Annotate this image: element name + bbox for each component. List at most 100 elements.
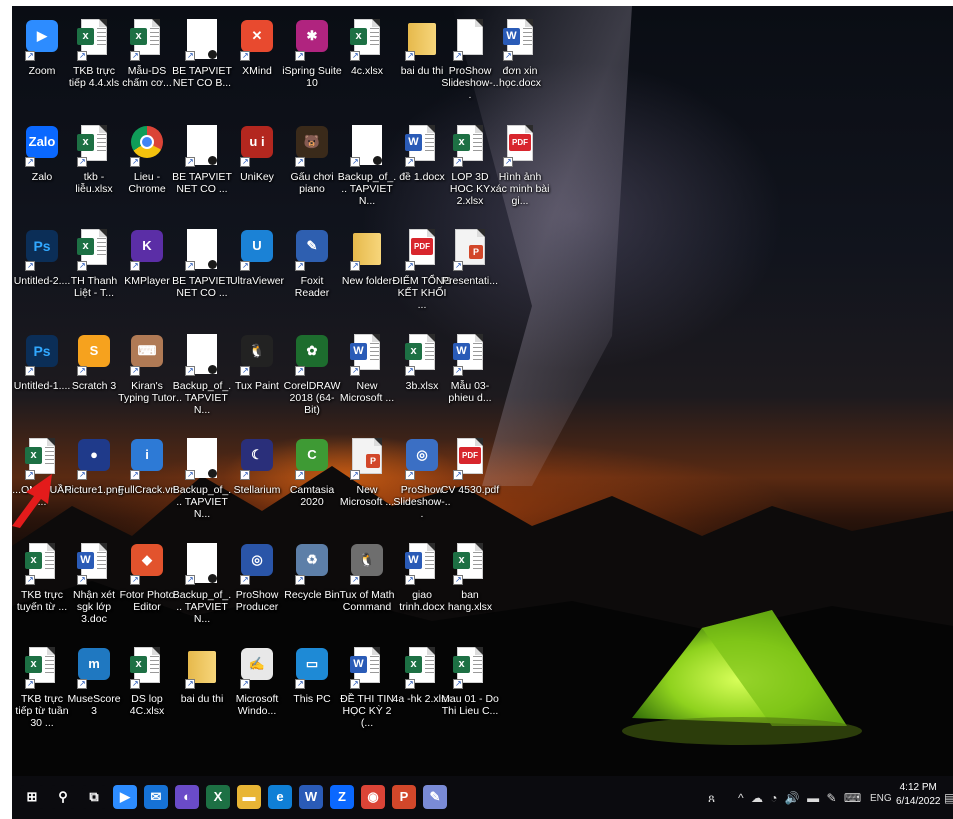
desktop-icon[interactable]: u i UniKey [227,117,287,221]
shortcut-arrow-icon [185,575,195,585]
desktop-icon[interactable]: ✿ CorelDRAW 2018 (64-Bit) [282,326,342,430]
desktop-icon[interactable]: C Camtasia 2020 [282,430,342,534]
task-view-button[interactable]: ⧉ [82,785,106,809]
chrome-taskbar[interactable]: ◉ [361,785,385,809]
desktop-icon[interactable]: S Scratch 3 [64,326,124,430]
shortcut-arrow-icon [503,157,513,167]
desktop-icon[interactable]: x tkb - liễu.xlsx [64,117,124,221]
language-indicator[interactable]: ENG [870,793,892,804]
desktop-icon[interactable]: x ban hang.xlsx [440,535,500,639]
excel-taskbar[interactable]: X [206,785,230,809]
desktop-icon[interactable]: ✍ Microsoft Windo... [227,639,287,743]
shortcut-file-icon [350,125,384,167]
desktop-icon-label: iSpring Suite 10 [282,65,342,89]
desktop-icon-label: XMind [242,65,272,77]
powerpoint-taskbar[interactable]: P [392,785,416,809]
desktop-icon[interactable]: x TKB trực tuyến từ ... [12,535,72,639]
edge-taskbar[interactable]: e [268,785,292,809]
desktop-icon[interactable]: x Mau 01 - Do Thi Lieu C... [440,639,500,743]
desktop-icon-label: MuseScore 3 [67,693,121,717]
desktop-icon[interactable]: x DS lop 4C.xlsx [117,639,177,743]
desktop-icon-label: Nhận xét sgk lớp 3.doc [72,589,116,625]
paint-taskbar[interactable]: ✎ [423,785,447,809]
desktop-icon[interactable]: Backup_of_... TAPVIET N... [172,430,232,534]
desktop-icon-label: Tux of Math Command [339,589,395,613]
shortcut-arrow-icon [240,470,250,480]
desktop-icon[interactable]: m MuseScore 3 [64,639,124,743]
desktop-icon[interactable]: Wđơn xin học.docx [490,11,550,115]
desktop-icon[interactable]: ✱ iSpring Suite 10 [282,11,342,115]
excel-file-icon: x [77,125,111,167]
desktop-icon[interactable]: x TKB trực tiếp từ tuần 30 ... [12,639,72,743]
desktop-icon[interactable]: ▶ Zoom [12,11,72,115]
people-icon[interactable]: ጸ [708,791,715,806]
desktop-icon[interactable]: 🐻 Gấu chơi piano [282,117,342,221]
desktop-icon[interactable]: K KMPlayer [117,221,177,325]
desktop-icon[interactable]: Backup_of_... TAPVIET N... [337,117,397,221]
desktop-icon-label: Untitled-1.... [13,380,71,392]
shortcut-arrow-icon [77,366,87,376]
shortcut-arrow-icon [453,366,463,376]
search-button[interactable]: ⚲ [51,785,75,809]
excel-file-icon: x [405,647,439,689]
start-button[interactable]: ⊞ [20,785,44,809]
desktop-icon[interactable]: x TH Thanh Liệt - T... [64,221,124,325]
desktop-icon[interactable]: ✎ Foxit Reader [282,221,342,325]
desktop-icon[interactable]: BE TAPVIET NET CO ... [172,117,232,221]
desktop-icon[interactable]: x 4c.xlsx [337,11,397,115]
shortcut-arrow-icon [25,575,35,585]
desktop-icon[interactable]: ♻ Recycle Bin [282,535,342,639]
shortcut-arrow-icon [453,470,463,480]
desktop-icon[interactable]: ● Picture1.png [64,430,124,534]
desktop-icon[interactable]: W ĐỀ THI TIN HỌC KỲ 2 (... [337,639,397,743]
notification-icon[interactable]: ▤ [944,791,953,805]
desktop-icon[interactable]: BE TAPVIET NET CO ... [172,221,232,325]
fotor-taskbar[interactable]: ◐ [175,785,199,809]
desktop-icon[interactable]: Backup_of_... TAPVIET N... [172,326,232,430]
desktop-icon[interactable]: 🐧 Tux of Math Command [337,535,397,639]
zalo-taskbar[interactable]: Z [330,785,354,809]
desktop-icon[interactable]: Ps Untitled-1.... [12,326,72,430]
shortcut-arrow-icon [350,679,360,689]
desktop-icon[interactable]: ◎ ProShow Producer [227,535,287,639]
desktop-icon[interactable]: x Mẫu-DS chấm cơ... [117,11,177,115]
desktop-icon-label: New Microsoft ... [339,380,395,404]
file-explorer-taskbar[interactable]: ▬ [237,785,261,809]
zoom-taskbar[interactable]: ▶ [113,785,137,809]
app-icon: 🐧 [240,334,274,376]
desktop-icon[interactable]: P Presentati... [440,221,500,325]
desktop-icon[interactable]: W Nhận xét sgk lớp 3.doc [64,535,124,639]
desktop-icon[interactable]: i FullCrack.vn [117,430,177,534]
desktop-icon[interactable]: W Mẫu 03-phieu d... [440,326,500,430]
desktop-icon[interactable]: U UltraViewer [227,221,287,325]
pdf-file-icon: PDF [453,438,487,480]
word-taskbar[interactable]: W [299,785,323,809]
desktop-icon[interactable]: Backup_of_... TAPVIET N... [172,535,232,639]
desktop-icon[interactable]: ▭ This PC [282,639,342,743]
desktop-icon[interactable]: ✕ XMind [227,11,287,115]
desktop-icon[interactable]: bai du thi [172,639,232,743]
desktop-icon[interactable]: BE TAPVIET NET CO B... [172,11,232,115]
powerpoint-file-icon: P [453,229,487,271]
desktop-icon[interactable]: ☾ Stellarium [227,430,287,534]
tray-icons[interactable]: ^ ☁ ◔ 🔊 ▬ ✎ ⌨ [738,791,863,805]
desktop-icon[interactable]: P New Microsoft ... [337,430,397,534]
desktop-icon[interactable]: 🐧 Tux Paint [227,326,287,430]
desktop-icon[interactable]: PDF CV 4530.pdf [440,430,500,534]
shortcut-arrow-icon [405,51,415,61]
excel-file-icon: x [77,229,111,271]
desktop-icon[interactable]: New folder [337,221,397,325]
shortcut-arrow-icon [130,51,140,61]
desktop-icon[interactable]: Lieu - Chrome [117,117,177,221]
desktop-icon[interactable]: W New Microsoft ... [337,326,397,430]
mail-taskbar[interactable]: ✉ [144,785,168,809]
shortcut-arrow-icon [25,157,35,167]
desktop-icon[interactable]: Zalo Zalo [12,117,72,221]
desktop-icon[interactable]: Ps Untitled-2.... [12,221,72,325]
shortcut-arrow-icon [130,679,140,689]
clock[interactable]: 4:12 PM 6/14/2022 [896,781,941,809]
desktop-icon[interactable]: PDF Hình ảnh xác minh bài gi... [490,117,550,221]
desktop-icon[interactable]: ◆ Fotor Photo Editor [117,535,177,639]
desktop-icon[interactable]: ⌨ Kiran's Typing Tutor [117,326,177,430]
desktop-icon[interactable]: x TKB trực tiếp 4.4.xls [64,11,124,115]
